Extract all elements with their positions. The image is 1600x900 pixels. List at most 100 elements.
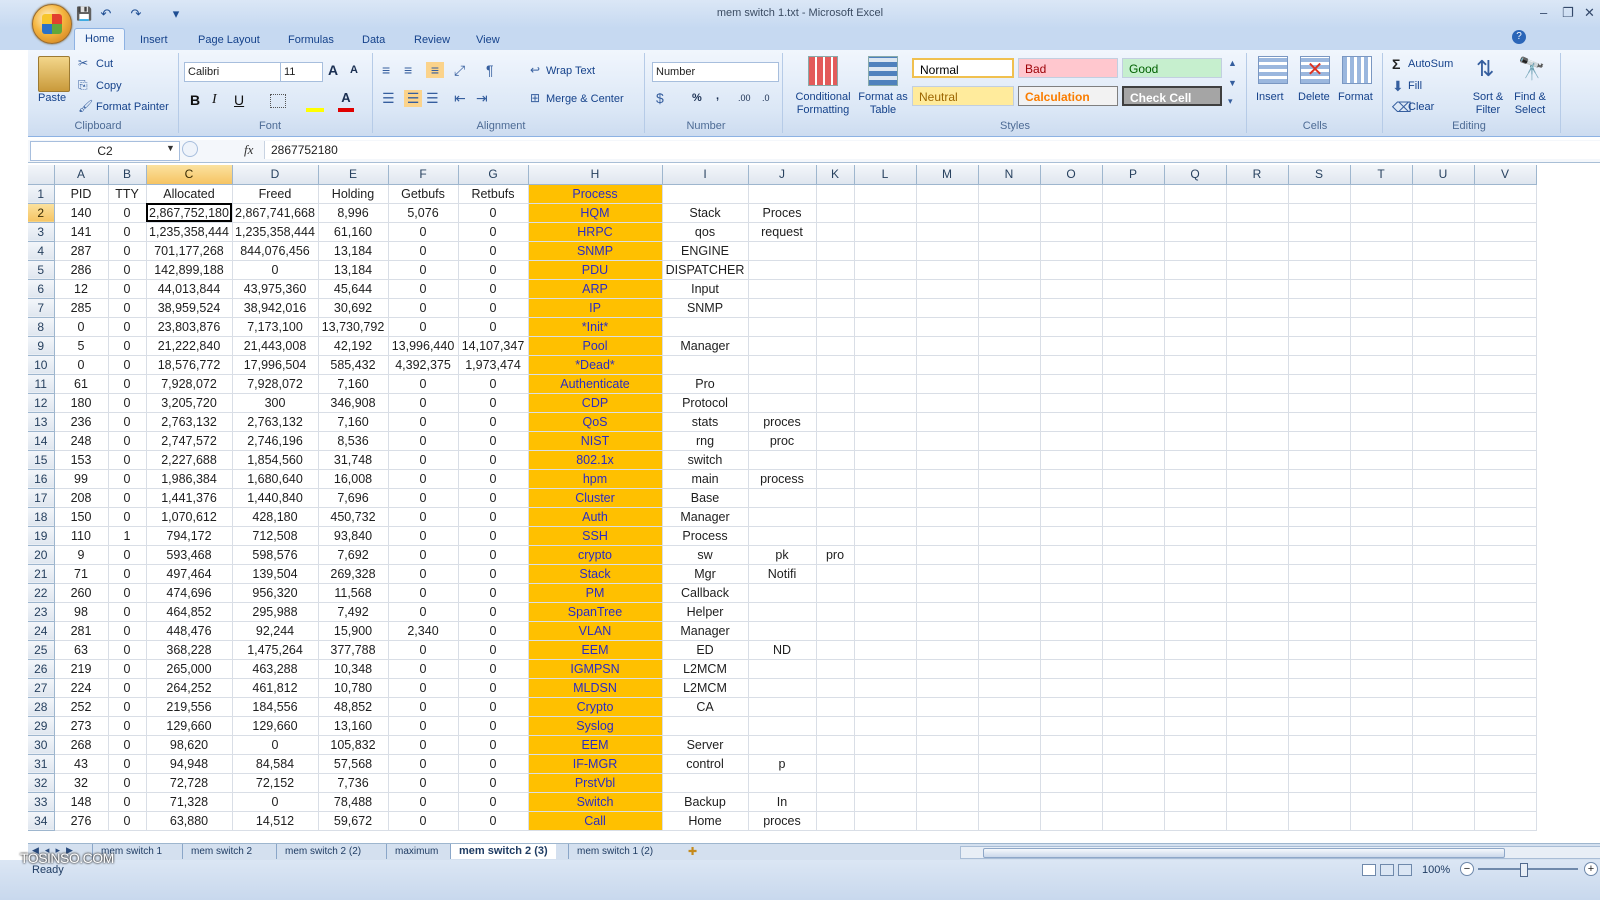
cell-c32[interactable]: 72,728 bbox=[146, 773, 233, 793]
cell-h6[interactable]: ARP bbox=[528, 279, 663, 299]
cell-m2[interactable] bbox=[916, 203, 979, 223]
cell-b19[interactable]: 1 bbox=[108, 526, 147, 546]
cell-v1[interactable] bbox=[1474, 184, 1537, 204]
cell-j22[interactable] bbox=[748, 583, 817, 603]
cell-v16[interactable] bbox=[1474, 469, 1537, 489]
cell-k19[interactable] bbox=[816, 526, 855, 546]
cell-n34[interactable] bbox=[978, 811, 1041, 831]
cell-d13[interactable]: 2,763,132 bbox=[232, 412, 319, 432]
cell-j5[interactable] bbox=[748, 260, 817, 280]
cell-p27[interactable] bbox=[1102, 678, 1165, 698]
row-header[interactable]: 4 bbox=[28, 241, 55, 261]
cell-l7[interactable] bbox=[854, 298, 917, 318]
row-header[interactable]: 27 bbox=[28, 678, 55, 698]
cell-a12[interactable]: 180 bbox=[54, 393, 109, 413]
sheet-tab-2[interactable]: mem switch 2 bbox=[182, 844, 260, 859]
cell-r5[interactable] bbox=[1226, 260, 1289, 280]
cell-q14[interactable] bbox=[1164, 431, 1227, 451]
cell-o34[interactable] bbox=[1040, 811, 1103, 831]
tab-home[interactable]: Home bbox=[74, 28, 126, 51]
cell-k22[interactable] bbox=[816, 583, 855, 603]
wrap-text-button[interactable]: Wrap Text bbox=[546, 65, 595, 77]
cell-n5[interactable] bbox=[978, 260, 1041, 280]
cell-a28[interactable]: 252 bbox=[54, 697, 109, 717]
cell-s21[interactable] bbox=[1288, 564, 1351, 584]
cell-b5[interactable]: 0 bbox=[108, 260, 147, 280]
cell-o10[interactable] bbox=[1040, 355, 1103, 375]
cell-k17[interactable] bbox=[816, 488, 855, 508]
cell-i8[interactable] bbox=[662, 317, 749, 337]
cell-f19[interactable]: 0 bbox=[388, 526, 459, 546]
cell-v30[interactable] bbox=[1474, 735, 1537, 755]
cell-q30[interactable] bbox=[1164, 735, 1227, 755]
row-header[interactable]: 7 bbox=[28, 298, 55, 318]
cell-n30[interactable] bbox=[978, 735, 1041, 755]
cell-r28[interactable] bbox=[1226, 697, 1289, 717]
cell-i12[interactable]: Protocol bbox=[662, 393, 749, 413]
cell-h4[interactable]: SNMP bbox=[528, 241, 663, 261]
cell-o11[interactable] bbox=[1040, 374, 1103, 394]
cell-f23[interactable]: 0 bbox=[388, 602, 459, 622]
cell-e12[interactable]: 346,908 bbox=[318, 393, 389, 413]
cell-k31[interactable] bbox=[816, 754, 855, 774]
cell-p22[interactable] bbox=[1102, 583, 1165, 603]
cell-g19[interactable]: 0 bbox=[458, 526, 529, 546]
cell-c28[interactable]: 219,556 bbox=[146, 697, 233, 717]
cell-c12[interactable]: 3,205,720 bbox=[146, 393, 233, 413]
cell-j30[interactable] bbox=[748, 735, 817, 755]
cell-k27[interactable] bbox=[816, 678, 855, 698]
formula-bar-circle-icon[interactable] bbox=[182, 141, 198, 157]
cell-o28[interactable] bbox=[1040, 697, 1103, 717]
cell-o24[interactable] bbox=[1040, 621, 1103, 641]
cell-b18[interactable]: 0 bbox=[108, 507, 147, 527]
cell-c11[interactable]: 7,928,072 bbox=[146, 374, 233, 394]
cell-l21[interactable] bbox=[854, 564, 917, 584]
cell-p13[interactable] bbox=[1102, 412, 1165, 432]
row-header[interactable]: 9 bbox=[28, 336, 55, 356]
cell-p30[interactable] bbox=[1102, 735, 1165, 755]
cell-f1[interactable]: Getbufs bbox=[388, 184, 459, 204]
cell-r21[interactable] bbox=[1226, 564, 1289, 584]
cell-f3[interactable]: 0 bbox=[388, 222, 459, 242]
cell-p4[interactable] bbox=[1102, 241, 1165, 261]
cell-s22[interactable] bbox=[1288, 583, 1351, 603]
cell-o12[interactable] bbox=[1040, 393, 1103, 413]
cell-p8[interactable] bbox=[1102, 317, 1165, 337]
wrap-text-icon[interactable]: ↩ bbox=[530, 63, 540, 77]
tab-data[interactable]: Data bbox=[352, 30, 395, 50]
cell-e17[interactable]: 7,696 bbox=[318, 488, 389, 508]
column-header-l[interactable]: L bbox=[854, 165, 917, 185]
conditional-formatting-button[interactable]: Conditional Formatting bbox=[790, 91, 856, 117]
cell-n14[interactable] bbox=[978, 431, 1041, 451]
cell-e10[interactable]: 585,432 bbox=[318, 355, 389, 375]
cell-k9[interactable] bbox=[816, 336, 855, 356]
cell-c1[interactable]: Allocated bbox=[146, 184, 233, 204]
cell-o5[interactable] bbox=[1040, 260, 1103, 280]
cell-e8[interactable]: 13,730,792 bbox=[318, 317, 389, 337]
conditional-formatting-icon[interactable] bbox=[808, 56, 838, 86]
clear-button[interactable]: Clear bbox=[1408, 101, 1434, 113]
cell-g4[interactable]: 0 bbox=[458, 241, 529, 261]
copy-icon[interactable]: ⎘ bbox=[78, 78, 88, 93]
cell-d22[interactable]: 956,320 bbox=[232, 583, 319, 603]
cell-l4[interactable] bbox=[854, 241, 917, 261]
shrink-font-icon[interactable]: A bbox=[350, 64, 358, 76]
cell-b30[interactable]: 0 bbox=[108, 735, 147, 755]
cell-u1[interactable] bbox=[1412, 184, 1475, 204]
cell-g15[interactable]: 0 bbox=[458, 450, 529, 470]
cell-p25[interactable] bbox=[1102, 640, 1165, 660]
tab-view[interactable]: View bbox=[466, 30, 510, 50]
cell-f34[interactable]: 0 bbox=[388, 811, 459, 831]
row-header[interactable]: 10 bbox=[28, 355, 55, 375]
cell-q25[interactable] bbox=[1164, 640, 1227, 660]
cell-u15[interactable] bbox=[1412, 450, 1475, 470]
cell-j3[interactable]: request bbox=[748, 222, 817, 242]
cell-p7[interactable] bbox=[1102, 298, 1165, 318]
cell-v7[interactable] bbox=[1474, 298, 1537, 318]
cell-d27[interactable]: 461,812 bbox=[232, 678, 319, 698]
cell-t19[interactable] bbox=[1350, 526, 1413, 546]
cell-n19[interactable] bbox=[978, 526, 1041, 546]
cell-j34[interactable]: proces bbox=[748, 811, 817, 831]
cell-p24[interactable] bbox=[1102, 621, 1165, 641]
cell-e14[interactable]: 8,536 bbox=[318, 431, 389, 451]
